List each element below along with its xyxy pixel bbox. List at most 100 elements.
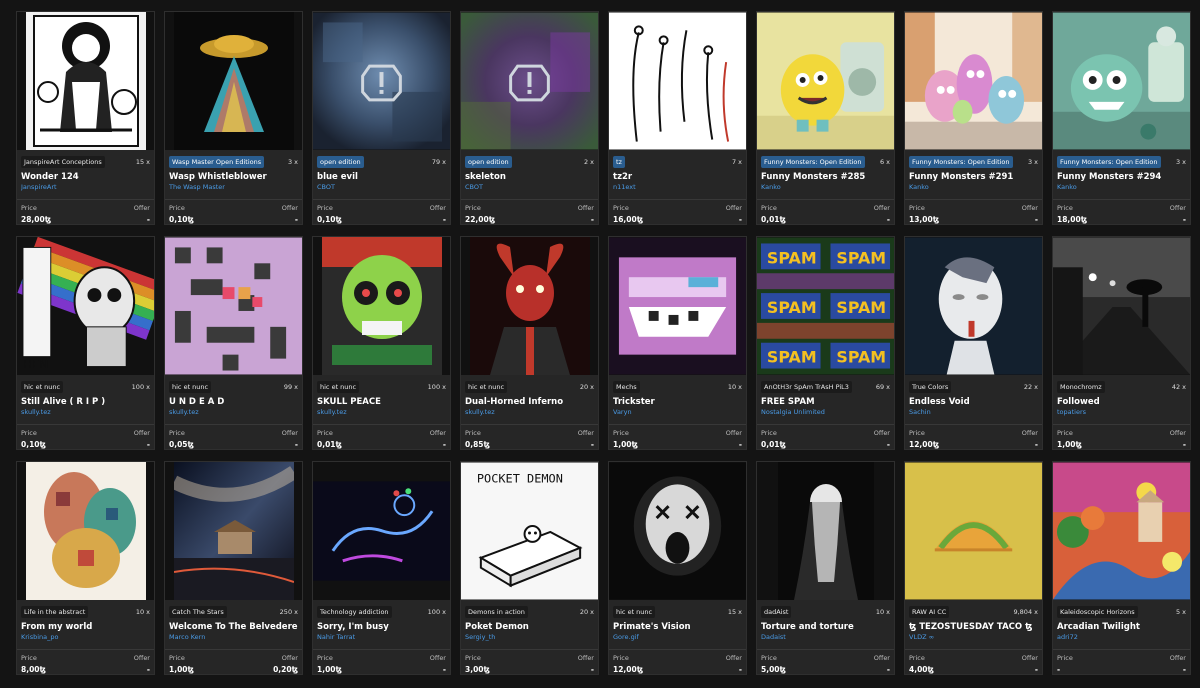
artwork-thumbnail[interactable] <box>609 462 746 600</box>
artwork-thumbnail[interactable] <box>461 237 598 375</box>
artwork-thumbnail[interactable] <box>609 12 746 150</box>
artwork-thumbnail[interactable] <box>1053 462 1190 600</box>
offer-value[interactable]: - <box>1183 665 1186 674</box>
artist-link[interactable]: Kanko <box>909 183 1038 191</box>
artist-link[interactable]: Sachin <box>909 408 1038 416</box>
artist-link[interactable]: topatiers <box>1057 408 1186 416</box>
artist-link[interactable]: skully.tez <box>21 408 150 416</box>
offer-value[interactable]: - <box>1035 665 1038 674</box>
artwork-title[interactable]: blue evil <box>317 172 446 182</box>
artwork-title[interactable]: ꜩ TEZOSTUESDAY TACO ꜩ <box>909 622 1038 632</box>
nft-card[interactable]: SPAM SPAM SPAM SPAM SPAM SPAM AnOtH3r SpAm Tr… <box>756 236 895 450</box>
price-value[interactable]: 12,00ꜩ <box>613 665 643 674</box>
nft-card[interactable]: hic et nunc 100 x SKULL PEACE skully.tez… <box>312 236 451 450</box>
artist-link[interactable]: Sergiy_th <box>465 633 594 641</box>
collection-badge[interactable]: Kaleidoscopic Horizons <box>1057 606 1138 618</box>
collection-badge[interactable]: True Colors <box>909 381 952 393</box>
artwork-thumbnail[interactable] <box>165 237 302 375</box>
artwork-thumbnail[interactable] <box>165 12 302 150</box>
price-value[interactable]: 1,00ꜩ <box>169 665 194 674</box>
nft-card[interactable]: Monochromz 42 x Followed topatiers Price… <box>1052 236 1191 450</box>
offer-value[interactable]: - <box>295 440 298 449</box>
artist-link[interactable]: Kanko <box>1057 183 1186 191</box>
nft-card[interactable]: JanspireArt Conceptions 15 x Wonder 124 … <box>16 11 155 225</box>
collection-badge[interactable]: Catch The Stars <box>169 606 227 618</box>
artwork-title[interactable]: Sorry, I'm busy <box>317 622 446 632</box>
offer-value[interactable]: - <box>147 665 150 674</box>
offer-value[interactable]: 0,20ꜩ <box>273 665 298 674</box>
price-value[interactable]: 13,00ꜩ <box>909 215 939 224</box>
collection-badge[interactable]: JanspireArt Conceptions <box>21 156 105 168</box>
collection-badge[interactable]: open edition <box>465 156 512 168</box>
artwork-title[interactable]: Followed <box>1057 397 1186 407</box>
collection-badge[interactable]: dadAist <box>761 606 792 618</box>
collection-badge[interactable]: Demons in action <box>465 606 528 618</box>
price-value[interactable]: 0,85ꜩ <box>465 440 490 449</box>
price-value[interactable]: 5,00ꜩ <box>761 665 786 674</box>
artwork-title[interactable]: Poket Demon <box>465 622 594 632</box>
collection-badge[interactable]: Wasp Master Open Editions <box>169 156 265 168</box>
artwork-thumbnail[interactable] <box>165 462 302 600</box>
price-value[interactable]: 0,01ꜩ <box>317 440 342 449</box>
offer-value[interactable]: - <box>739 440 742 449</box>
offer-value[interactable]: - <box>887 440 890 449</box>
artwork-title[interactable]: Funny Monsters #291 <box>909 172 1038 182</box>
artist-link[interactable]: VLDZ ∞ <box>909 633 1038 641</box>
price-value[interactable]: 0,10ꜩ <box>169 215 194 224</box>
artwork-title[interactable]: Still Alive ( R I P ) <box>21 397 150 407</box>
artwork-thumbnail[interactable] <box>17 12 154 150</box>
price-value[interactable]: 0,10ꜩ <box>21 440 46 449</box>
price-value[interactable]: 0,10ꜩ <box>317 215 342 224</box>
artist-link[interactable]: Marco Kern <box>169 633 298 641</box>
collection-badge[interactable]: Monochromz <box>1057 381 1105 393</box>
price-value[interactable]: 0,01ꜩ <box>761 215 786 224</box>
collection-badge[interactable]: open edition <box>317 156 364 168</box>
artwork-thumbnail[interactable] <box>905 237 1042 375</box>
offer-value[interactable]: - <box>147 215 150 224</box>
artwork-thumbnail[interactable] <box>1053 237 1190 375</box>
nft-card[interactable]: hic et nunc 20 x Dual-Horned Inferno sku… <box>460 236 599 450</box>
artist-link[interactable]: skully.tez <box>169 408 298 416</box>
artist-link[interactable]: CBOT <box>317 183 446 191</box>
artist-link[interactable]: n11ext <box>613 183 742 191</box>
price-value[interactable]: 16,00ꜩ <box>613 215 643 224</box>
offer-value[interactable]: - <box>443 665 446 674</box>
artwork-title[interactable]: Wasp Whistleblower <box>169 172 298 182</box>
artwork-thumbnail[interactable]: SPAM SPAM SPAM SPAM SPAM SPAM <box>757 237 894 375</box>
artwork-title[interactable]: Welcome To The Belvedere <box>169 622 298 632</box>
artist-link[interactable]: Varyn <box>613 408 742 416</box>
price-value[interactable]: - <box>1057 665 1060 674</box>
price-value[interactable]: 1,00ꜩ <box>1057 440 1082 449</box>
nft-card[interactable]: RAW AI CC 9,804 x ꜩ TEZOSTUESDAY TACO ꜩ … <box>904 461 1043 675</box>
offer-value[interactable]: - <box>295 215 298 224</box>
offer-value[interactable]: - <box>591 665 594 674</box>
collection-badge[interactable]: AnOtH3r SpAm TrAsH PiL3 <box>761 381 852 393</box>
collection-badge[interactable]: hic et nunc <box>317 381 360 393</box>
nft-card[interactable]: Funny Monsters: Open Edition 3 x Funny M… <box>904 11 1043 225</box>
offer-value[interactable]: - <box>739 215 742 224</box>
artwork-title[interactable]: Primate's Vision <box>613 622 742 632</box>
nft-card[interactable]: open edition 2 x skeleton CBOT Price Off… <box>460 11 599 225</box>
collection-badge[interactable]: hic et nunc <box>21 381 64 393</box>
artwork-title[interactable]: From my world <box>21 622 150 632</box>
collection-badge[interactable]: hic et nunc <box>169 381 212 393</box>
artwork-thumbnail[interactable] <box>609 237 746 375</box>
collection-badge[interactable]: Technology addiction <box>317 606 392 618</box>
artist-link[interactable]: Dadaist <box>761 633 890 641</box>
artwork-title[interactable]: tz2r <box>613 172 742 182</box>
artist-link[interactable]: The Wasp Master <box>169 183 298 191</box>
offer-value[interactable]: - <box>443 215 446 224</box>
nft-card[interactable]: Mechs 10 x Trickster Varyn Price Offer 1… <box>608 236 747 450</box>
artwork-thumbnail[interactable] <box>905 462 1042 600</box>
artist-link[interactable]: CBOT <box>465 183 594 191</box>
artwork-title[interactable]: Endless Void <box>909 397 1038 407</box>
artwork-thumbnail[interactable] <box>905 12 1042 150</box>
nft-card[interactable]: open edition 79 x blue evil CBOT Price O… <box>312 11 451 225</box>
artwork-title[interactable]: Wonder 124 <box>21 172 150 182</box>
artwork-title[interactable]: Dual-Horned Inferno <box>465 397 594 407</box>
nft-card[interactable]: HEN hic et nunc 100 x Still Alive ( R I … <box>16 236 155 450</box>
nft-card[interactable]: tz 7 x tz2r n11ext Price Offer 16,00ꜩ - <box>608 11 747 225</box>
collection-badge[interactable]: hic et nunc <box>465 381 508 393</box>
artwork-title[interactable]: skeleton <box>465 172 594 182</box>
collection-badge[interactable]: tz <box>613 156 625 168</box>
